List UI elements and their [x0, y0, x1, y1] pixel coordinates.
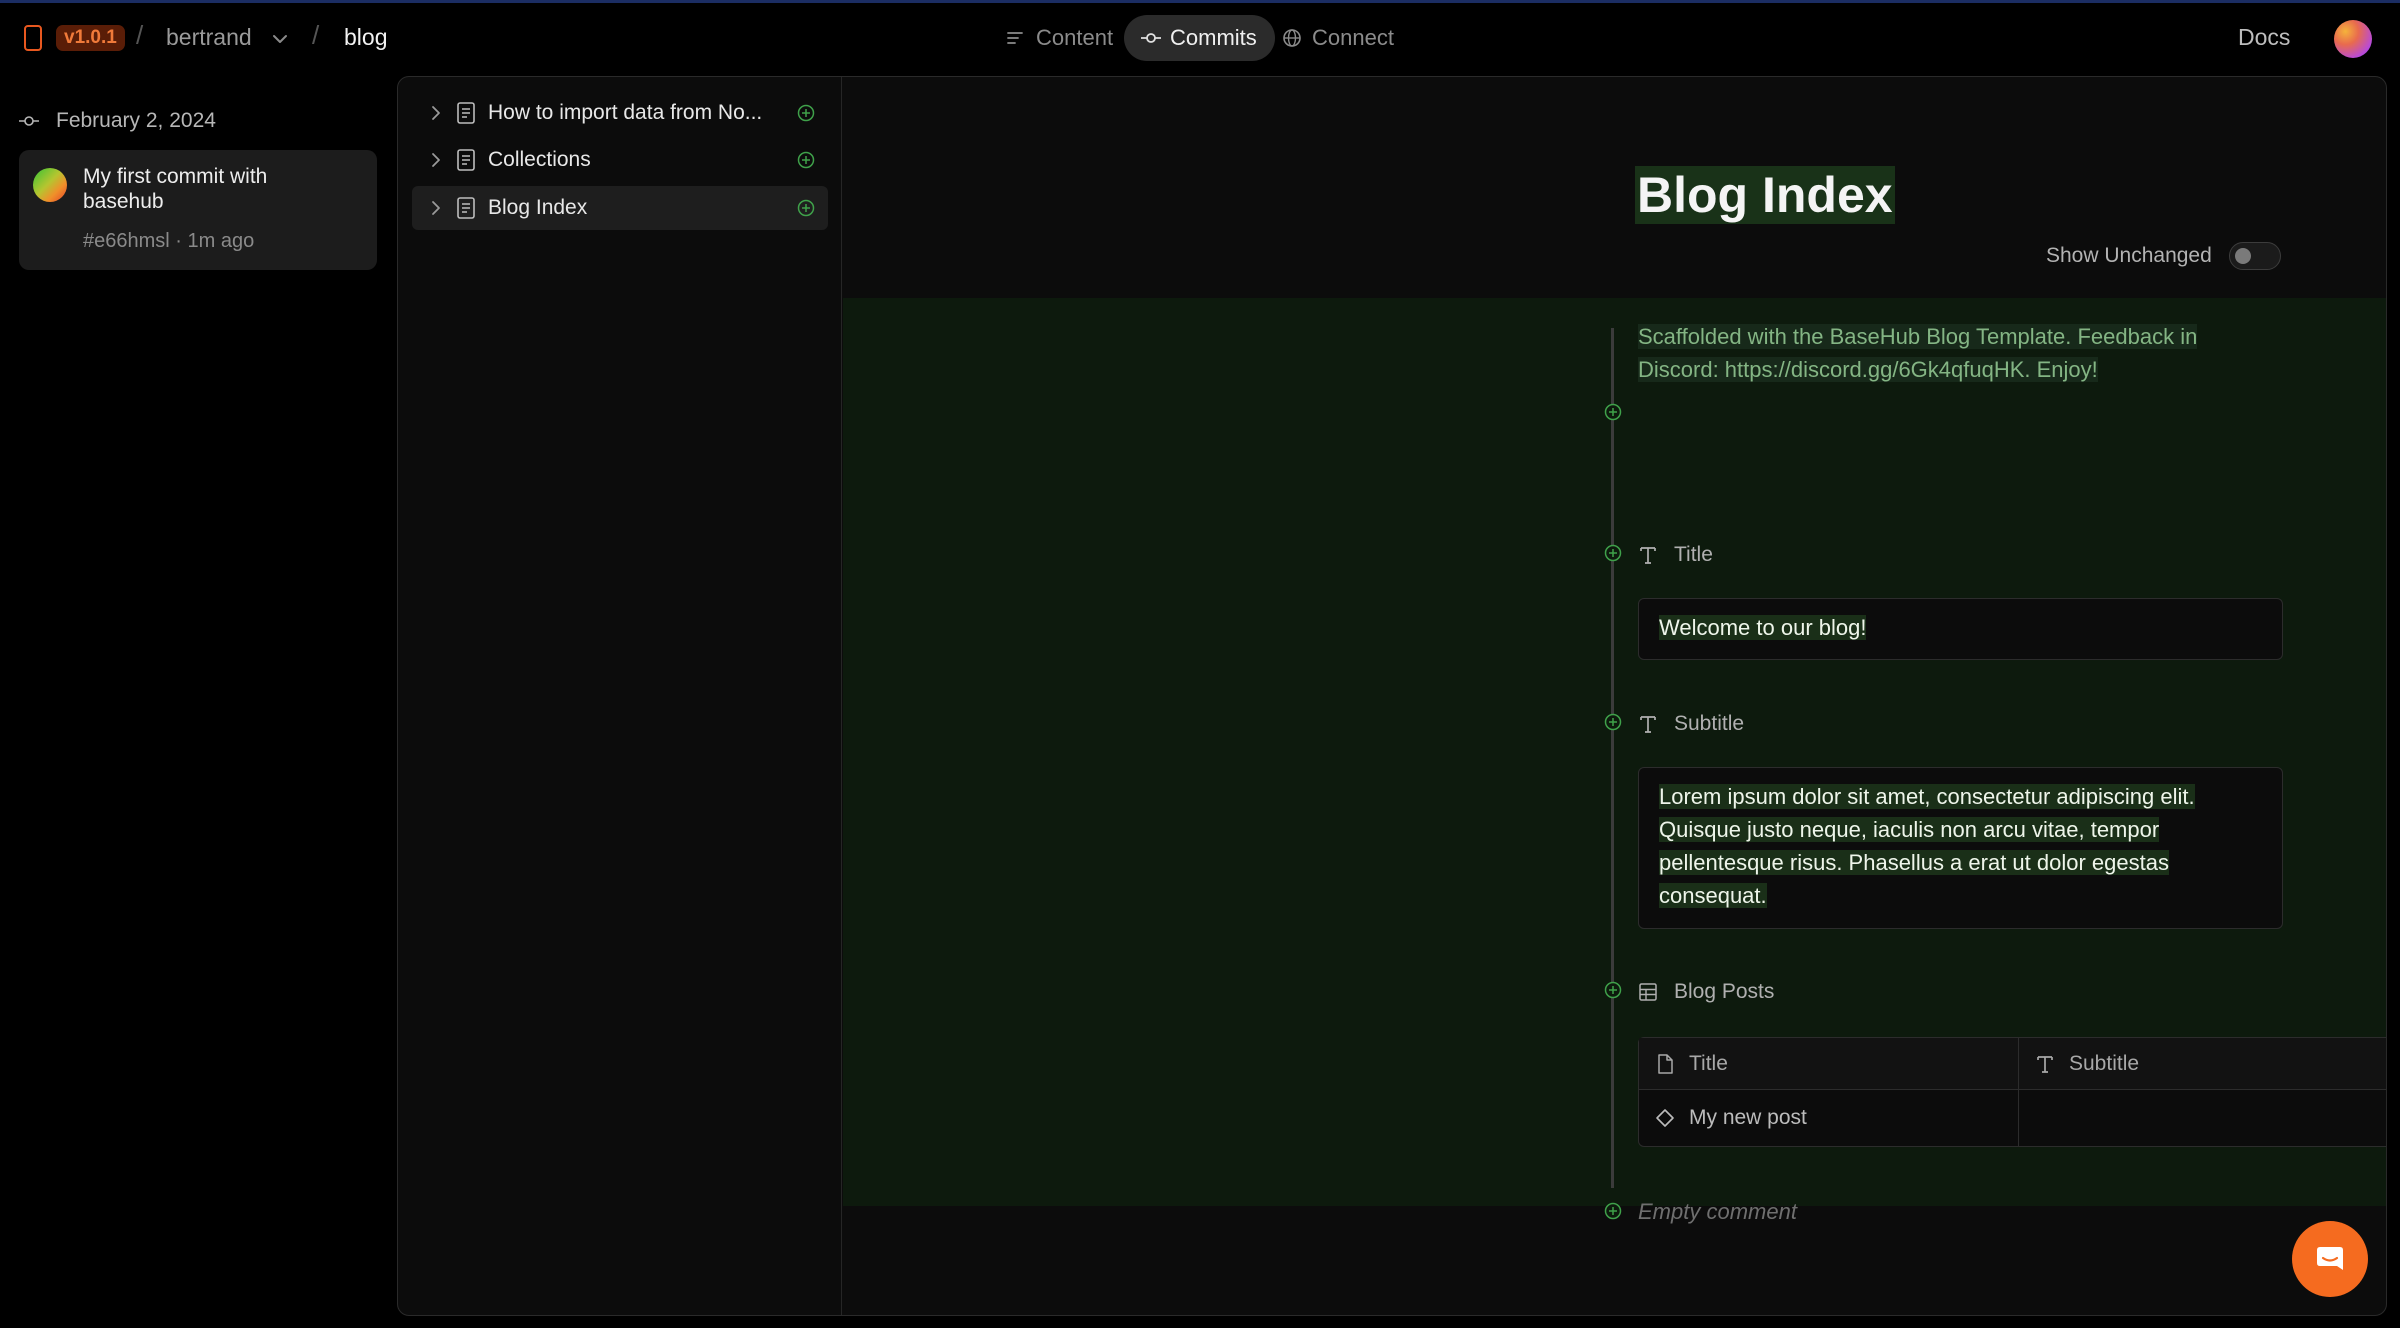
- tab-commits[interactable]: Commits: [1124, 15, 1275, 61]
- content-tree: How to import data from No... Collection…: [398, 77, 842, 1315]
- document-icon: [457, 197, 475, 219]
- document-icon: [1658, 1054, 1673, 1074]
- breadcrumb-user[interactable]: bertrand: [166, 24, 252, 51]
- tab-content-label: Content: [1036, 25, 1114, 50]
- chat-icon: [2317, 1247, 2343, 1270]
- commit-date-group: February 2, 2024: [18, 106, 216, 136]
- tab-connect-label: Connect: [1312, 25, 1394, 50]
- tree-item-label: Blog Index: [488, 196, 588, 219]
- plus-circle-icon: [1604, 981, 1622, 999]
- added-content-area: Scaffolded with the BaseHub Blog Templat…: [843, 298, 2386, 1224]
- column-header-label: Title: [1689, 1052, 1728, 1075]
- tree-item-label: Collections: [488, 148, 591, 171]
- description-highlight: Scaffolded with the BaseHub Blog Templat…: [1638, 324, 2198, 382]
- subtitle-field-label: Subtitle: [1638, 711, 1744, 737]
- plus-circle-icon: [797, 104, 815, 122]
- main-panel: How to import data from No... Collection…: [397, 76, 2387, 1316]
- chat-launcher-button[interactable]: [2292, 1221, 2368, 1297]
- plus-circle-icon: [1604, 544, 1622, 562]
- table-icon: [1639, 983, 1657, 1001]
- subtitle-field-value[interactable]: Lorem ipsum dolor sit amet, consectetur …: [1638, 767, 2283, 929]
- chevron-right-icon[interactable]: [428, 199, 444, 217]
- tree-item-selected[interactable]: Blog Index: [412, 186, 828, 230]
- text-type-icon: [1640, 547, 1656, 564]
- title-field-value[interactable]: Welcome to our blog!: [1638, 598, 2283, 660]
- diff-gutter-line: [1611, 328, 1614, 1188]
- blog-posts-label: Blog Posts: [1638, 979, 1774, 1005]
- table-cell-title: My new post: [1689, 1106, 1807, 1129]
- document-icon: [457, 149, 475, 171]
- field-value-text: Welcome to our blog!: [1659, 615, 1867, 640]
- commit-author-avatar: [33, 168, 67, 202]
- show-unchanged-label: Show Unchanged: [2046, 244, 2212, 267]
- version-badge: v1.0.1: [56, 25, 125, 51]
- breadcrumb-separator: /: [136, 20, 144, 50]
- text-type-icon: [1640, 716, 1656, 733]
- field-label-text: Subtitle: [1674, 712, 1745, 735]
- table-cell-subtitle[interactable]: [2019, 1090, 2386, 1146]
- commit-card[interactable]: My first commit with basehub #e66hmsl · …: [19, 150, 377, 270]
- description-text: Scaffolded with the BaseHub Blog Templat…: [1638, 320, 2258, 386]
- chevron-down-icon[interactable]: [270, 29, 290, 49]
- top-bar: v1.0.1 / bertrand / blog Content Commits…: [0, 3, 2400, 73]
- text-type-icon: [2037, 1056, 2053, 1073]
- commit-icon: [19, 116, 39, 126]
- tab-content[interactable]: Content: [990, 15, 1131, 61]
- plus-circle-icon: [797, 151, 815, 169]
- plus-circle-icon: [797, 199, 815, 217]
- tree-item-label: How to import data from No...: [488, 101, 763, 124]
- chevron-right-icon[interactable]: [428, 151, 444, 169]
- chevron-right-icon[interactable]: [428, 104, 444, 122]
- table-row[interactable]: My new post: [1639, 1090, 2019, 1146]
- empty-comment[interactable]: Empty comment: [1638, 1199, 1797, 1225]
- diamond-icon: [1656, 1109, 1674, 1127]
- tab-connect[interactable]: Connect: [1266, 15, 1412, 61]
- page-title: Blog Index: [1635, 166, 1895, 224]
- globe-icon: [1283, 29, 1301, 47]
- plus-circle-icon: [1604, 403, 1622, 421]
- document-diff-view: Blog Index Show Unchanged Scaffolded wit…: [843, 77, 2386, 1315]
- tree-item[interactable]: Collections: [412, 138, 828, 182]
- title-field-label: Title: [1638, 542, 1713, 568]
- commit-message: My first commit with basehub: [83, 165, 268, 213]
- plus-circle-icon: [1604, 1202, 1622, 1220]
- tree-item[interactable]: How to import data from No...: [412, 91, 828, 135]
- commit-icon: [1141, 33, 1161, 43]
- user-avatar[interactable]: [2334, 20, 2372, 58]
- commit-meta: #e66hmsl · 1m ago: [83, 230, 255, 252]
- breadcrumb-repo[interactable]: blog: [344, 24, 387, 51]
- table-header-subtitle[interactable]: Subtitle: [2019, 1038, 2386, 1090]
- tab-commits-label: Commits: [1170, 25, 1257, 50]
- blog-posts-table: Title Subtitle My new post: [1638, 1037, 2386, 1147]
- document-icon: [457, 102, 475, 124]
- plus-circle-icon: [1604, 713, 1622, 731]
- docs-link[interactable]: Docs: [2238, 24, 2290, 51]
- toggle-knob: [2235, 248, 2251, 264]
- breadcrumb-separator: /: [312, 20, 320, 50]
- field-value-text: Lorem ipsum dolor sit amet, consectetur …: [1659, 784, 2195, 908]
- show-unchanged-toggle[interactable]: [2229, 242, 2281, 270]
- basehub-logo-icon[interactable]: [24, 25, 42, 51]
- field-label-text: Title: [1674, 543, 1713, 566]
- field-label-text: Blog Posts: [1674, 980, 1775, 1003]
- lines-icon: [1007, 32, 1023, 44]
- table-header-title[interactable]: Title: [1639, 1038, 2019, 1090]
- commit-date-label: February 2, 2024: [56, 109, 216, 132]
- column-header-label: Subtitle: [2069, 1052, 2140, 1075]
